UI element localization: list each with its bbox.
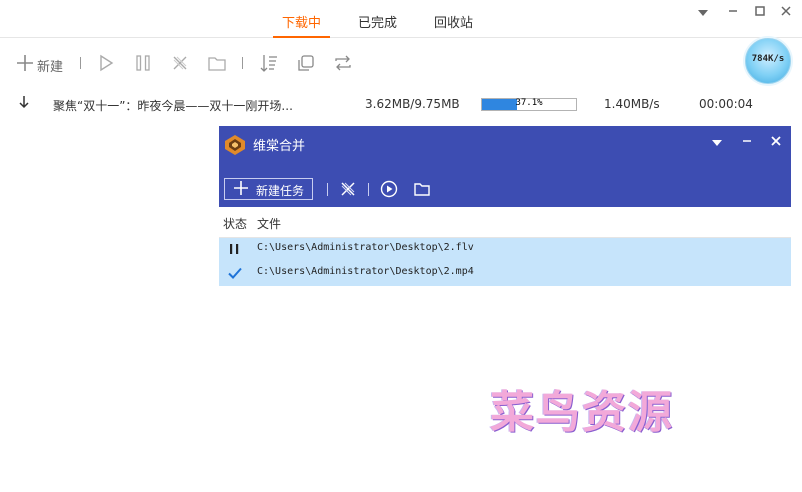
download-time: 00:00:04	[699, 97, 753, 111]
toolbar-divider	[242, 57, 243, 69]
folder-icon[interactable]	[412, 179, 432, 199]
play-circle-icon[interactable]	[379, 179, 399, 199]
menu-icon[interactable]	[694, 5, 712, 23]
column-header-file: 文件	[257, 217, 282, 231]
file-path: C:\Users\Administrator\Desktop\2.mp4	[257, 266, 474, 277]
sort-icon[interactable]	[258, 52, 280, 74]
close-icon[interactable]	[777, 5, 795, 23]
pause-icon	[227, 241, 243, 257]
dialog-toolbar-divider	[327, 183, 328, 196]
play-icon[interactable]	[95, 52, 117, 74]
dialog-title: 维棠合并	[253, 139, 306, 154]
plus-icon	[233, 180, 249, 200]
active-tab-indicator	[273, 36, 330, 38]
plus-icon[interactable]	[14, 52, 36, 74]
dialog-toolbar-divider	[368, 183, 369, 196]
download-row[interactable]: 聚焦“双十一”：昨夜今晨——双十一刚开场... 3.62MB/9.75MB 37…	[0, 90, 802, 118]
file-path: C:\Users\Administrator\Desktop\2.flv	[257, 242, 474, 253]
tab-bar-border	[0, 37, 802, 38]
dialog-close-icon[interactable]	[767, 134, 785, 152]
new-button[interactable]: 新建	[37, 56, 63, 75]
new-task-button[interactable]: 新建任务	[224, 178, 313, 200]
download-arrow-icon	[18, 95, 30, 112]
minimize-icon[interactable]	[724, 5, 742, 23]
download-progress-bar: 37.1%	[481, 98, 577, 111]
copy-icon[interactable]	[295, 52, 317, 74]
progress-label: 37.1%	[515, 98, 543, 108]
download-name: 聚焦“双十一”：昨夜今晨——双十一刚开场...	[53, 99, 293, 113]
dialog-header: 维棠合并 新建任务	[219, 126, 791, 207]
dialog-menu-icon[interactable]	[708, 134, 726, 152]
watermark-text: 菜鸟资源	[490, 387, 674, 438]
download-speed: 1.40MB/s	[604, 97, 660, 111]
file-row[interactable]: C:\Users\Administrator\Desktop\2.flv	[219, 238, 791, 262]
refresh-icon[interactable]	[332, 52, 354, 74]
delete-icon[interactable]	[338, 179, 358, 199]
column-header-state: 状态	[223, 217, 248, 231]
app-logo-icon	[224, 134, 245, 155]
new-task-label: 新建任务	[256, 184, 305, 198]
dialog-minimize-icon[interactable]	[738, 134, 756, 152]
toolbar-divider	[80, 57, 81, 69]
tab-downloading[interactable]: 下载中	[282, 12, 321, 31]
maximize-icon[interactable]	[751, 5, 769, 23]
pause-icon[interactable]	[132, 52, 154, 74]
speed-indicator[interactable]: 784K/s	[745, 38, 791, 84]
checkmark-icon	[227, 265, 243, 281]
download-size: 3.62MB/9.75MB	[365, 97, 460, 111]
tab-recycle-bin[interactable]: 回收站	[434, 12, 473, 31]
file-row[interactable]: C:\Users\Administrator\Desktop\2.mp4	[219, 262, 791, 286]
delete-icon[interactable]	[169, 52, 191, 74]
tab-completed[interactable]: 已完成	[358, 12, 397, 31]
speed-value: 784K/s	[751, 54, 785, 64]
folder-icon[interactable]	[206, 52, 228, 74]
